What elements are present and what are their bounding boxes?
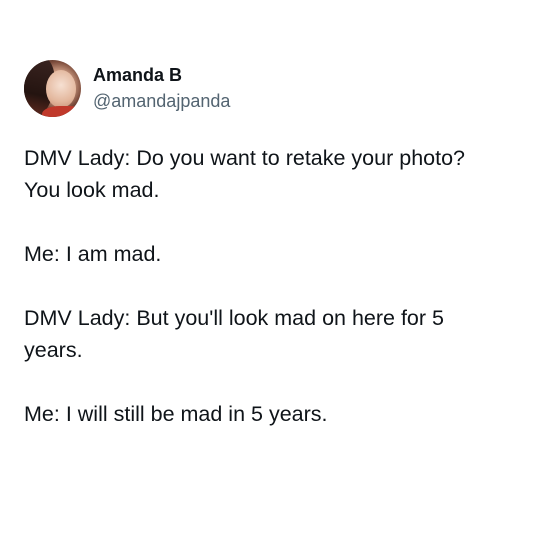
author-names: Amanda B @amandajpanda [93, 63, 230, 113]
tweet-line: years. [24, 338, 83, 362]
author-handle[interactable]: @amandajpanda [93, 89, 230, 113]
tweet-line: DMV Lady: Do you want to retake your pho… [24, 146, 465, 170]
tweet-line: Me: I will still be mad in 5 years. [24, 402, 328, 426]
avatar[interactable] [24, 59, 81, 117]
avatar-shirt [42, 105, 81, 117]
tweet-header: Amanda B @amandajpanda [24, 58, 534, 118]
tweet-line: Me: I am mad. [24, 242, 162, 266]
tweet-text: DMV Lady: Do you want to retake your pho… [24, 142, 534, 430]
author-display-name[interactable]: Amanda B [93, 63, 230, 87]
tweet-line: DMV Lady: But you'll look mad on here fo… [24, 306, 444, 330]
tweet-line: You look mad. [24, 178, 160, 202]
tweet-card: Amanda B @amandajpanda DMV Lady: Do you … [24, 58, 534, 430]
avatar-face [46, 69, 76, 108]
